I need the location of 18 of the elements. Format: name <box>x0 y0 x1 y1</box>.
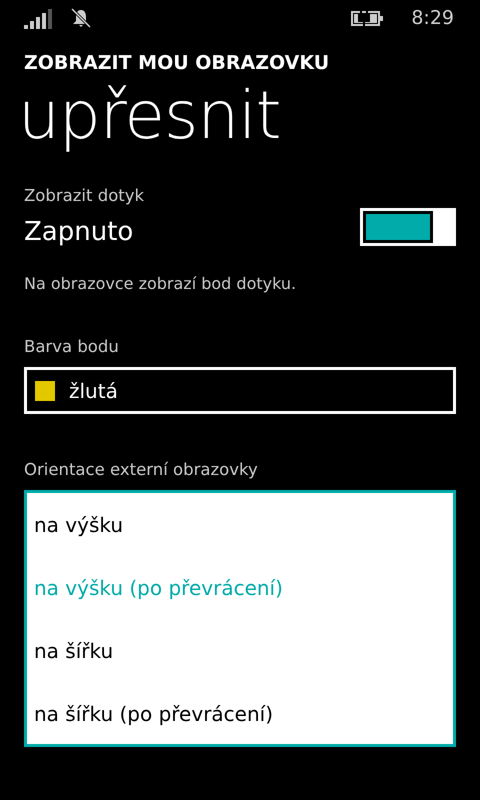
muted-bell-icon <box>70 7 92 29</box>
color-picker[interactable]: žlutá <box>24 367 456 414</box>
color-label: Barva bodu <box>24 336 120 358</box>
toggle-switch[interactable] <box>360 208 456 246</box>
orientation-option[interactable]: na šířku (po převrácení) <box>27 684 453 747</box>
toggle-label: Zobrazit dotyk <box>24 185 146 207</box>
orientation-list[interactable]: na výšku na výšku (po převrácení) na šířku na šířku (po převrácení) <box>24 490 456 747</box>
battery-charging-icon <box>351 9 384 27</box>
page-title: upřesnit <box>18 76 282 156</box>
description-text: Na obrazovce zobrazí bod dotyku. <box>24 274 298 293</box>
signal-icon <box>24 6 54 30</box>
app-title: ZOBRAZIT MOU OBRAZOVKU <box>24 52 330 74</box>
toggle-state-text: Zapnuto <box>24 216 134 249</box>
orientation-label: Orientace externí obrazovky <box>24 459 259 481</box>
orientation-option[interactable]: na výšku <box>27 495 453 558</box>
orientation-option[interactable]: na šířku <box>27 621 453 684</box>
color-name: žlutá <box>69 378 118 402</box>
clock-time: 8:29 <box>411 7 454 29</box>
